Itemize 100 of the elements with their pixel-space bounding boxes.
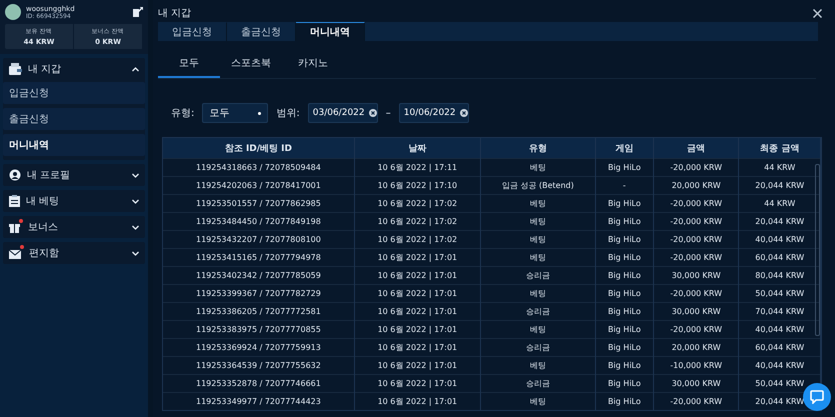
table-cell: 10 6월 2022 | 17:01 xyxy=(354,338,480,356)
table-cell: 119254202063 / 72078417001 xyxy=(163,176,354,194)
table-cell: Big HiLo xyxy=(595,374,654,392)
tab[interactable]: 입금신청 xyxy=(158,22,227,41)
table-cell: 10 6월 2022 | 17:01 xyxy=(354,320,480,338)
table-cell: 10 6월 2022 | 17:02 xyxy=(354,230,480,248)
table-cell: 119253369924 / 72077759913 xyxy=(163,338,354,356)
table-cell: 베팅 xyxy=(480,284,596,302)
close-icon[interactable] xyxy=(813,8,822,18)
table-cell: Big HiLo xyxy=(595,248,654,266)
column-header: 날짜 xyxy=(354,138,480,158)
logout-icon[interactable] xyxy=(133,7,143,17)
table-cell: 베팅 xyxy=(480,158,596,176)
table-cell: Big HiLo xyxy=(595,230,654,248)
table-cell: -20,000 KRW xyxy=(653,320,739,338)
menu-header[interactable]: 내 지갑 xyxy=(3,58,145,80)
menu-item[interactable]: 머니내역 xyxy=(3,134,145,156)
menu-item[interactable]: 입금신청 xyxy=(3,82,145,104)
type-dropdown[interactable]: 모두 xyxy=(202,103,268,123)
table-cell: 20,000 KRW xyxy=(653,338,739,356)
table-cell: -20,000 KRW xyxy=(653,212,739,230)
table-cell: 30,000 KRW xyxy=(653,302,739,320)
table-cell: 20,000 KRW xyxy=(653,176,739,194)
table-cell: 10 6월 2022 | 17:02 xyxy=(354,212,480,230)
table-cell: 10 6월 2022 | 17:11 xyxy=(354,158,480,176)
avatar xyxy=(5,4,21,20)
table-cell: 119253415165 / 72077794978 xyxy=(163,248,354,266)
table-cell: 40,044 KRW xyxy=(738,230,820,248)
table-cell: 44 KRW xyxy=(738,158,820,176)
scrollbar[interactable] xyxy=(815,164,820,336)
clipboard-icon xyxy=(9,195,20,207)
table-cell: 10 6월 2022 | 17:02 xyxy=(354,194,480,212)
table-cell: 베팅 xyxy=(480,194,596,212)
profile-icon xyxy=(9,169,21,181)
table-cell: 119253432207 / 72077808100 xyxy=(163,230,354,248)
column-header: 금액 xyxy=(653,138,739,158)
clear-icon[interactable] xyxy=(460,109,468,117)
table-cell: 30,000 KRW xyxy=(653,266,739,284)
table-cell: 60,044 KRW xyxy=(738,248,820,266)
column-header: 참조 ID/베팅 ID xyxy=(163,138,354,158)
column-header: 최종 금액 xyxy=(738,138,820,158)
table-cell: 60,044 KRW xyxy=(738,338,820,356)
table-cell: 70,044 KRW xyxy=(738,302,820,320)
table-cell: 10 6월 2022 | 17:01 xyxy=(354,284,480,302)
table-cell: Big HiLo xyxy=(595,266,654,284)
mail-icon xyxy=(9,247,23,259)
table-cell: -20,000 KRW xyxy=(653,158,739,176)
date-field[interactable]: 10/06/2022 xyxy=(398,103,469,123)
caret-icon xyxy=(258,112,262,114)
table-cell: Big HiLo xyxy=(595,284,654,302)
table-cell: 119254318663 / 72078509484 xyxy=(163,158,354,176)
gift-icon xyxy=(9,221,22,233)
date-field[interactable]: 03/06/2022 xyxy=(308,103,378,123)
table-cell: 119253383975 / 72077770855 xyxy=(163,320,354,338)
menu-item[interactable]: 출금신청 xyxy=(3,108,145,130)
table-cell: 30,000 KRW xyxy=(653,374,739,392)
table-cell: 40,044 KRW xyxy=(738,320,820,338)
menu-header[interactable]: 편지함 xyxy=(3,242,145,264)
menu-header[interactable]: 내 프로필 xyxy=(3,164,145,186)
table-cell: Big HiLo xyxy=(595,392,654,410)
table-cell: 승리금 xyxy=(480,374,596,392)
table-cell: 승리금 xyxy=(480,266,596,284)
table-cell: 44 KRW xyxy=(738,194,820,212)
filter-tab[interactable]: 스포츠북 xyxy=(220,53,282,78)
table-cell: Big HiLo xyxy=(595,158,654,176)
panel-title: 내 지갑 xyxy=(158,7,192,20)
range-label: 범위: xyxy=(276,107,300,120)
table-cell: 베팅 xyxy=(480,356,596,374)
filter-tab[interactable]: 카지노 xyxy=(282,53,344,78)
table-cell: 40,044 KRW xyxy=(738,356,820,374)
filter-tab[interactable]: 모두 xyxy=(158,53,220,78)
table-cell: 승리금 xyxy=(480,338,596,356)
column-header: 유형 xyxy=(480,138,596,158)
table-cell: 베팅 xyxy=(480,212,596,230)
table-cell: 119253501557 / 72077862985 xyxy=(163,194,354,212)
menu-header[interactable]: 보너스 xyxy=(3,216,145,238)
table-cell: 베팅 xyxy=(480,248,596,266)
table-cell: Big HiLo xyxy=(595,356,654,374)
table-cell: -20,000 KRW xyxy=(653,392,739,410)
table-cell: Big HiLo xyxy=(595,338,654,356)
table-cell: 10 6월 2022 | 17:01 xyxy=(354,302,480,320)
menu-header[interactable]: 내 베팅 xyxy=(3,190,145,212)
table-cell: 80,044 KRW xyxy=(738,266,820,284)
table-cell: 119253364539 / 72077755632 xyxy=(163,356,354,374)
table-cell: 20,044 KRW xyxy=(738,212,820,230)
clear-icon[interactable] xyxy=(368,109,377,117)
table-cell: 119253399367 / 72077782729 xyxy=(163,284,354,302)
wallet-icon xyxy=(9,63,22,75)
table-cell: 119253349977 / 72077744423 xyxy=(163,392,354,410)
tab[interactable]: 머니내역 xyxy=(296,22,365,41)
table-cell: 베팅 xyxy=(480,230,596,248)
table-cell: 10 6월 2022 | 17:01 xyxy=(354,392,480,410)
chat-icon xyxy=(810,390,824,404)
table-cell: 승리금 xyxy=(480,302,596,320)
table-cell: -20,000 KRW xyxy=(653,248,739,266)
chevron-down-icon xyxy=(132,172,139,178)
table-cell: -20,000 KRW xyxy=(653,230,739,248)
type-label: 유형: xyxy=(171,107,194,120)
table-cell: Big HiLo xyxy=(595,194,654,212)
table-cell: 베팅 xyxy=(480,392,596,410)
